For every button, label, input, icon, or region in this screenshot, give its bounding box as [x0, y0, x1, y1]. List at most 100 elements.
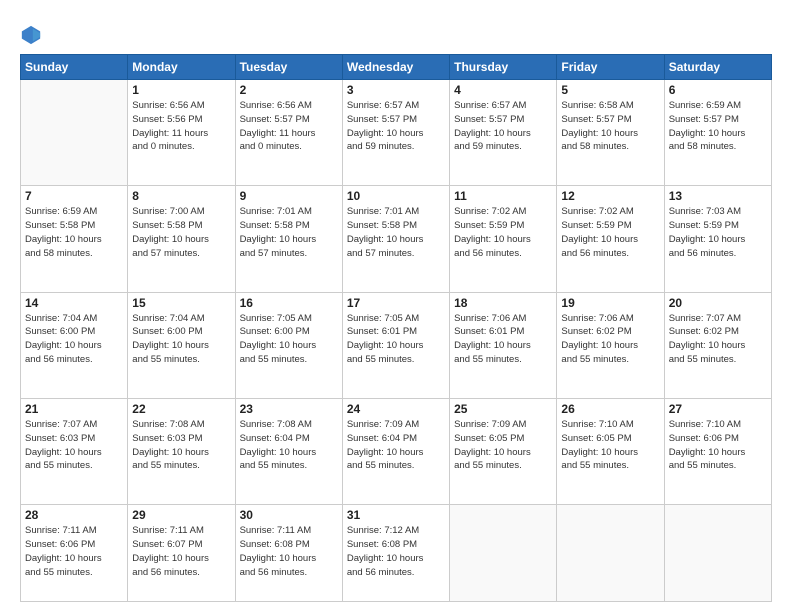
- day-number: 29: [132, 508, 230, 522]
- day-number: 20: [669, 296, 767, 310]
- calendar-cell: 23Sunrise: 7:08 AMSunset: 6:04 PMDayligh…: [235, 398, 342, 504]
- day-info: Sunrise: 6:59 AMSunset: 5:57 PMDaylight:…: [669, 99, 767, 154]
- day-info: Sunrise: 7:03 AMSunset: 5:59 PMDaylight:…: [669, 205, 767, 260]
- calendar-cell: 6 Sunrise: 6:59 AMSunset: 5:57 PMDaylight…: [664, 80, 771, 186]
- day-number: 12: [561, 189, 659, 203]
- day-info: Sunrise: 7:09 AMSunset: 6:04 PMDaylight:…: [347, 418, 445, 473]
- day-number: 13: [669, 189, 767, 203]
- calendar-cell: 14 Sunrise: 7:04 AMSunset: 6:00 PMDayligh…: [21, 292, 128, 398]
- day-info: Sunrise: 7:08 AMSunset: 6:04 PMDaylight:…: [240, 418, 338, 473]
- day-number: 22: [132, 402, 230, 416]
- day-number: 25: [454, 402, 552, 416]
- calendar-cell: 21 Sunrise: 7:07 AMSunset: 6:03 PMDayligh…: [21, 398, 128, 504]
- day-info: Sunrise: 7:11 AMSunset: 6:06 PMDaylight:…: [25, 524, 123, 579]
- page: Sunday Monday Tuesday Wednesday Thursday…: [0, 0, 792, 612]
- col-tuesday: Tuesday: [235, 55, 342, 80]
- day-number: 30: [240, 508, 338, 522]
- day-info: Sunrise: 7:04 AMSunset: 6:00 PMDaylight:…: [132, 312, 230, 367]
- day-info: Sunrise: 7:12 AMSunset: 6:08 PMDaylight:…: [347, 524, 445, 579]
- calendar-cell: 7Sunrise: 6:59 AMSunset: 5:58 PMDaylight…: [21, 186, 128, 292]
- logo: [20, 22, 46, 46]
- day-number: 1: [132, 83, 230, 97]
- header: [20, 18, 772, 46]
- day-info: Sunrise: 7:04 AMSunset: 6:00 PMDaylight:…: [25, 312, 123, 367]
- calendar-cell: 25 Sunrise: 7:09 AMSunset: 6:05 PMDayligh…: [450, 398, 557, 504]
- calendar-cell: [557, 505, 664, 602]
- day-info: Sunrise: 6:57 AMSunset: 5:57 PMDaylight:…: [454, 99, 552, 154]
- day-number: 28: [25, 508, 123, 522]
- calendar-cell: [450, 505, 557, 602]
- day-info: Sunrise: 7:06 AMSunset: 6:01 PMDaylight:…: [454, 312, 552, 367]
- day-number: 18: [454, 296, 552, 310]
- col-thursday: Thursday: [450, 55, 557, 80]
- calendar-cell: 8Sunrise: 7:00 AMSunset: 5:58 PMDaylight…: [128, 186, 235, 292]
- day-info: Sunrise: 6:58 AMSunset: 5:57 PMDaylight:…: [561, 99, 659, 154]
- day-number: 6: [669, 83, 767, 97]
- day-info: Sunrise: 7:01 AMSunset: 5:58 PMDaylight:…: [347, 205, 445, 260]
- calendar-week-0: 1 Sunrise: 6:56 AMSunset: 5:56 PMDaylight…: [21, 80, 772, 186]
- day-info: Sunrise: 7:08 AMSunset: 6:03 PMDaylight:…: [132, 418, 230, 473]
- day-info: Sunrise: 7:11 AMSunset: 6:08 PMDaylight:…: [240, 524, 338, 579]
- calendar-cell: 3 Sunrise: 6:57 AMSunset: 5:57 PMDaylight…: [342, 80, 449, 186]
- day-number: 10: [347, 189, 445, 203]
- day-number: 27: [669, 402, 767, 416]
- day-number: 3: [347, 83, 445, 97]
- calendar-cell: 26Sunrise: 7:10 AMSunset: 6:05 PMDayligh…: [557, 398, 664, 504]
- calendar-cell: 13 Sunrise: 7:03 AMSunset: 5:59 PMDayligh…: [664, 186, 771, 292]
- calendar-week-3: 21 Sunrise: 7:07 AMSunset: 6:03 PMDayligh…: [21, 398, 772, 504]
- calendar-table: Sunday Monday Tuesday Wednesday Thursday…: [20, 54, 772, 602]
- calendar-header-row: Sunday Monday Tuesday Wednesday Thursday…: [21, 55, 772, 80]
- calendar-cell: [21, 80, 128, 186]
- day-info: Sunrise: 7:05 AMSunset: 6:00 PMDaylight:…: [240, 312, 338, 367]
- calendar-cell: 2Sunrise: 6:56 AMSunset: 5:57 PMDaylight…: [235, 80, 342, 186]
- day-number: 19: [561, 296, 659, 310]
- calendar-cell: 20 Sunrise: 7:07 AMSunset: 6:02 PMDayligh…: [664, 292, 771, 398]
- calendar-cell: 28 Sunrise: 7:11 AMSunset: 6:06 PMDayligh…: [21, 505, 128, 602]
- day-info: Sunrise: 6:59 AMSunset: 5:58 PMDaylight:…: [25, 205, 123, 260]
- calendar-cell: 11 Sunrise: 7:02 AMSunset: 5:59 PMDayligh…: [450, 186, 557, 292]
- day-info: Sunrise: 6:56 AMSunset: 5:56 PMDaylight:…: [132, 99, 230, 154]
- calendar-week-2: 14 Sunrise: 7:04 AMSunset: 6:00 PMDayligh…: [21, 292, 772, 398]
- day-number: 26: [561, 402, 659, 416]
- col-saturday: Saturday: [664, 55, 771, 80]
- day-number: 4: [454, 83, 552, 97]
- calendar-cell: 18 Sunrise: 7:06 AMSunset: 6:01 PMDayligh…: [450, 292, 557, 398]
- day-info: Sunrise: 7:10 AMSunset: 6:06 PMDaylight:…: [669, 418, 767, 473]
- day-info: Sunrise: 7:11 AMSunset: 6:07 PMDaylight:…: [132, 524, 230, 579]
- calendar-cell: 24 Sunrise: 7:09 AMSunset: 6:04 PMDayligh…: [342, 398, 449, 504]
- col-friday: Friday: [557, 55, 664, 80]
- day-info: Sunrise: 7:07 AMSunset: 6:03 PMDaylight:…: [25, 418, 123, 473]
- day-info: Sunrise: 7:01 AMSunset: 5:58 PMDaylight:…: [240, 205, 338, 260]
- day-number: 16: [240, 296, 338, 310]
- day-number: 24: [347, 402, 445, 416]
- calendar-cell: 5 Sunrise: 6:58 AMSunset: 5:57 PMDaylight…: [557, 80, 664, 186]
- day-number: 9: [240, 189, 338, 203]
- day-info: Sunrise: 7:02 AMSunset: 5:59 PMDaylight:…: [561, 205, 659, 260]
- calendar-cell: 4 Sunrise: 6:57 AMSunset: 5:57 PMDaylight…: [450, 80, 557, 186]
- calendar-cell: [664, 505, 771, 602]
- day-number: 8: [132, 189, 230, 203]
- day-number: 31: [347, 508, 445, 522]
- calendar-cell: 29 Sunrise: 7:11 AMSunset: 6:07 PMDayligh…: [128, 505, 235, 602]
- calendar-cell: 19Sunrise: 7:06 AMSunset: 6:02 PMDayligh…: [557, 292, 664, 398]
- day-number: 17: [347, 296, 445, 310]
- calendar-cell: 9 Sunrise: 7:01 AMSunset: 5:58 PMDaylight…: [235, 186, 342, 292]
- col-monday: Monday: [128, 55, 235, 80]
- col-wednesday: Wednesday: [342, 55, 449, 80]
- day-info: Sunrise: 7:07 AMSunset: 6:02 PMDaylight:…: [669, 312, 767, 367]
- calendar-cell: 16 Sunrise: 7:05 AMSunset: 6:00 PMDayligh…: [235, 292, 342, 398]
- day-number: 21: [25, 402, 123, 416]
- calendar-cell: 1 Sunrise: 6:56 AMSunset: 5:56 PMDaylight…: [128, 80, 235, 186]
- calendar-week-1: 7Sunrise: 6:59 AMSunset: 5:58 PMDaylight…: [21, 186, 772, 292]
- day-info: Sunrise: 6:57 AMSunset: 5:57 PMDaylight:…: [347, 99, 445, 154]
- day-number: 11: [454, 189, 552, 203]
- day-info: Sunrise: 7:02 AMSunset: 5:59 PMDaylight:…: [454, 205, 552, 260]
- calendar-cell: 27 Sunrise: 7:10 AMSunset: 6:06 PMDayligh…: [664, 398, 771, 504]
- calendar-week-4: 28 Sunrise: 7:11 AMSunset: 6:06 PMDayligh…: [21, 505, 772, 602]
- calendar-cell: 30 Sunrise: 7:11 AMSunset: 6:08 PMDayligh…: [235, 505, 342, 602]
- day-number: 14: [25, 296, 123, 310]
- col-sunday: Sunday: [21, 55, 128, 80]
- day-info: Sunrise: 7:09 AMSunset: 6:05 PMDaylight:…: [454, 418, 552, 473]
- day-number: 5: [561, 83, 659, 97]
- day-number: 15: [132, 296, 230, 310]
